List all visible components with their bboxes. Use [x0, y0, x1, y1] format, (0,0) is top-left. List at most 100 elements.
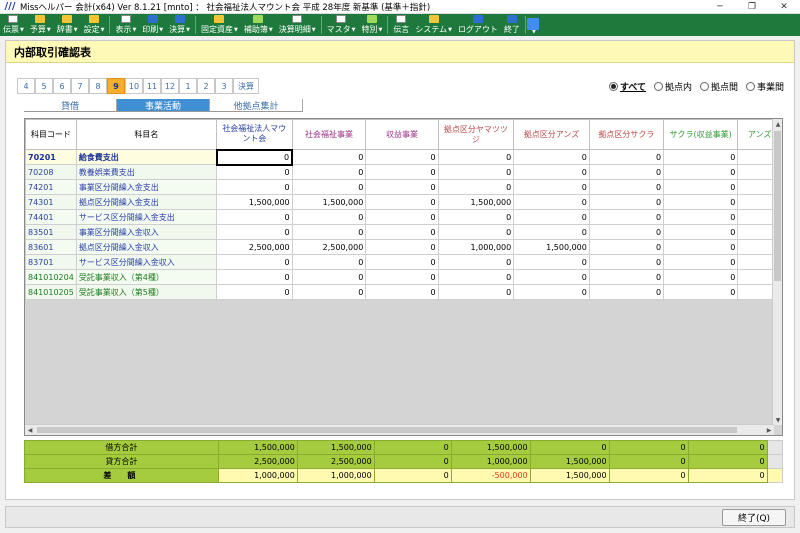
toolbar-dictionary-button[interactable]: 辞書 ▼	[54, 14, 81, 36]
month-tab-0[interactable]: 4	[17, 78, 35, 94]
month-tab-3[interactable]: 7	[71, 78, 89, 94]
column-header[interactable]: 拠点区分アンズ	[513, 119, 590, 150]
toolbar-special-button[interactable]: 特別 ▼	[358, 14, 385, 36]
account-code-cell[interactable]: 83501	[25, 224, 77, 240]
amount-cell[interactable]: 0	[663, 224, 739, 240]
amount-cell[interactable]: 0	[663, 284, 739, 300]
month-tab-6[interactable]: 10	[125, 78, 143, 94]
month-tab-10[interactable]: 2	[197, 78, 215, 94]
amount-cell[interactable]: 0	[291, 269, 367, 285]
amount-cell[interactable]: 0	[216, 254, 293, 270]
toolbar-closing-button[interactable]: 決算 ▼	[166, 14, 193, 36]
amount-cell[interactable]: 0	[437, 269, 515, 285]
amount-cell[interactable]: 0	[437, 179, 515, 195]
amount-cell[interactable]: 0	[365, 194, 439, 210]
column-header[interactable]: 社会福祉事業	[291, 119, 367, 150]
account-name-cell[interactable]: 給食費支出	[75, 149, 218, 165]
toolbar-display-button[interactable]: 表示 ▼	[112, 14, 139, 36]
amount-cell[interactable]: 0	[513, 224, 590, 240]
month-tab-1[interactable]: 5	[35, 78, 53, 94]
toolbar-exit-button[interactable]: 終了	[501, 14, 523, 36]
amount-cell[interactable]: 0	[663, 194, 739, 210]
amount-cell[interactable]: 0	[663, 239, 739, 255]
scroll-up-icon[interactable]: ▲	[773, 119, 782, 129]
toolbar-fixed-asset-button[interactable]: 固定資産 ▼	[198, 14, 241, 36]
amount-cell[interactable]: 0	[437, 209, 515, 225]
toolbar-slip-button[interactable]: 伝票 ▼	[0, 14, 27, 36]
month-tab-9[interactable]: 1	[179, 78, 197, 94]
minimize-icon[interactable]: ─	[704, 0, 736, 14]
amount-cell[interactable]: 1,500,000	[216, 194, 293, 210]
scroll-thumb[interactable]	[774, 131, 781, 281]
toolbar-master-button[interactable]: マスタ ▼	[324, 14, 359, 36]
amount-cell[interactable]: 0	[365, 179, 439, 195]
amount-cell[interactable]: 0	[216, 209, 293, 225]
account-name-cell[interactable]: 事業区分間繰入金支出	[75, 179, 218, 195]
month-tab-12[interactable]: 決算	[233, 78, 259, 94]
account-name-cell[interactable]: 事業区分間繰入金収入	[75, 224, 218, 240]
scope-radio-2[interactable]: 拠点間	[699, 80, 738, 93]
amount-cell[interactable]: 0	[588, 224, 665, 240]
amount-cell[interactable]: 0	[588, 194, 665, 210]
amount-cell[interactable]: 2,500,000	[216, 239, 293, 255]
account-name-cell[interactable]: 教養娯楽費支出	[75, 164, 218, 180]
amount-cell[interactable]: 0	[513, 179, 590, 195]
amount-cell[interactable]: 0	[291, 209, 367, 225]
column-header[interactable]: 拠点区分ヤマツツジ	[437, 119, 515, 150]
amount-cell[interactable]: 0	[365, 269, 439, 285]
toolbar-subledger-button[interactable]: 補助簿 ▼	[241, 14, 276, 36]
amount-cell[interactable]: 0	[663, 164, 739, 180]
amount-cell[interactable]: 1,500,000	[291, 194, 367, 210]
amount-cell[interactable]: 0	[365, 239, 439, 255]
account-code-cell[interactable]: 74401	[25, 209, 77, 225]
amount-cell[interactable]: 0	[663, 254, 739, 270]
column-header[interactable]: 科目コード	[25, 119, 77, 150]
amount-cell[interactable]: 0	[291, 284, 367, 300]
table-row[interactable]: 83701サービス区分間繰入金収入00000000	[25, 254, 782, 270]
amount-cell[interactable]: 0	[437, 224, 515, 240]
table-row[interactable]: 70201給食費支出00000000	[25, 148, 782, 166]
amount-cell[interactable]: 0	[291, 179, 367, 195]
amount-cell[interactable]: 0	[663, 269, 739, 285]
scroll-down-icon[interactable]: ▼	[773, 415, 782, 425]
account-name-cell[interactable]: 受託事業収入（第4種）	[75, 269, 218, 285]
sub-tab-0[interactable]: 貸借	[24, 99, 117, 112]
table-row[interactable]: 74401サービス区分間繰入金支出00000000	[25, 209, 782, 225]
hscroll-thumb[interactable]	[37, 427, 737, 433]
toolbar-budget-button[interactable]: 予算 ▼	[27, 14, 54, 36]
scope-radio-3[interactable]: 事業間	[745, 80, 784, 93]
amount-cell[interactable]: 0	[513, 194, 590, 210]
month-tab-4[interactable]: 8	[89, 78, 107, 94]
vertical-scrollbar[interactable]: ▲ ▼	[772, 119, 782, 425]
restore-icon[interactable]: ❐	[736, 0, 768, 14]
amount-cell[interactable]: 0	[588, 209, 665, 225]
account-name-cell[interactable]: 受託事業収入（第5種）	[75, 284, 218, 300]
amount-cell[interactable]: 0	[291, 164, 367, 180]
amount-cell[interactable]: 0	[216, 284, 293, 300]
close-icon[interactable]: ✕	[768, 0, 800, 14]
scroll-right-icon[interactable]: ▶	[764, 425, 774, 435]
amount-cell[interactable]: 2,500,000	[291, 239, 367, 255]
column-header[interactable]: サクラ(収益事業)	[663, 119, 739, 150]
toolbar-user-button[interactable]: ▼	[527, 14, 540, 36]
amount-cell[interactable]: 0	[291, 149, 367, 165]
toolbar-system-button[interactable]: システム ▼	[412, 14, 455, 36]
scope-radio-1[interactable]: 拠点内	[653, 80, 692, 93]
account-name-cell[interactable]: 拠点区分間繰入金収入	[75, 239, 218, 255]
month-tab-2[interactable]: 6	[53, 78, 71, 94]
close-button[interactable]: 終了(Q)	[722, 509, 786, 526]
account-name-cell[interactable]: サービス区分間繰入金収入	[75, 254, 218, 270]
amount-cell[interactable]: 0	[513, 284, 590, 300]
sub-tab-2[interactable]: 他拠点集計	[210, 99, 303, 112]
horizontal-scrollbar[interactable]: ◀ ▶	[25, 424, 774, 435]
amount-cell[interactable]: 0	[365, 284, 439, 300]
amount-cell[interactable]: 0	[437, 149, 515, 165]
amount-cell[interactable]: 0	[216, 164, 293, 180]
toolbar-closing-detail-button[interactable]: 決算明細 ▼	[276, 14, 319, 36]
amount-cell[interactable]: 0	[216, 224, 293, 240]
table-row[interactable]: 841010205受託事業収入（第5種）00000000	[25, 284, 782, 300]
amount-cell[interactable]: 0	[513, 269, 590, 285]
amount-cell[interactable]: 0	[588, 149, 665, 165]
table-row[interactable]: 74201事業区分間繰入金支出00000000	[25, 179, 782, 195]
amount-cell[interactable]: 0	[365, 164, 439, 180]
